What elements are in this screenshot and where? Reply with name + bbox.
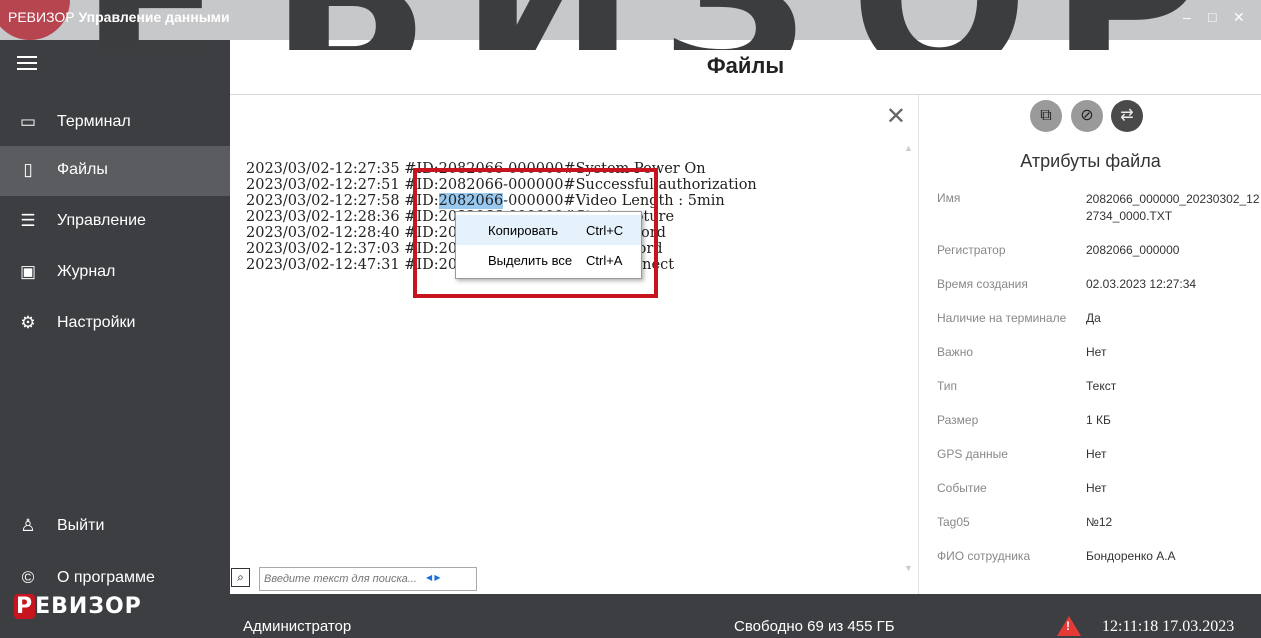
context-menu: Копировать Ctrl+C Выделить все Ctrl+A — [455, 211, 642, 279]
logo-text: ЕВИЗОР — [35, 594, 142, 619]
attr-key: Имя — [937, 191, 961, 205]
file-attributes-panel: ⧉ ⊘ ⇄ Атрибуты файла Имя 2082066_000000_2… — [918, 95, 1261, 594]
search-prev-icon[interactable]: ◀ — [426, 573, 432, 582]
current-user: Администратор — [243, 618, 352, 635]
close-file-button[interactable]: ✕ — [886, 105, 906, 129]
warning-icon[interactable]: ! — [1057, 616, 1081, 636]
attr-value: Нет — [1086, 481, 1107, 495]
maximize-button[interactable]: □ — [1208, 9, 1216, 25]
context-menu-copy[interactable]: Копировать Ctrl+C — [456, 215, 641, 245]
sidebar-item-terminal[interactable]: ▭ Терминал — [0, 98, 230, 148]
sliders-icon: ☰ — [20, 211, 36, 230]
search-next-icon[interactable]: ▶ — [434, 573, 440, 582]
menu-item-shortcut: Ctrl+A — [586, 253, 623, 268]
attr-key: Событие — [937, 481, 987, 495]
close-window-button[interactable]: ✕ — [1233, 9, 1245, 26]
attributes-title: Атрибуты файла — [1020, 151, 1161, 171]
app-brand: РЕВИЗОР — [8, 9, 75, 25]
clock: 12:11:18 17.03.2023 — [1102, 618, 1235, 635]
attr-key: Наличие на терминале — [937, 311, 1067, 325]
attr-key: Время создания — [937, 277, 1028, 291]
search-icon[interactable]: ⌕ — [231, 568, 250, 587]
sidebar-item-logout[interactable]: ♙ Выйти — [0, 502, 230, 552]
gear-icon: ⚙ — [20, 313, 36, 332]
sidebar-item-label: О программе — [57, 569, 155, 586]
sidebar-item-label: Настройки — [57, 314, 136, 331]
app-title: Управление данными — [78, 9, 230, 25]
menu-item-shortcut: Ctrl+C — [586, 223, 624, 238]
sidebar-item-journal[interactable]: ▣ Журнал — [0, 248, 230, 298]
attr-key: Размер — [937, 413, 979, 427]
sidebar-item-label: Файлы — [57, 161, 108, 178]
minimize-button[interactable]: – — [1183, 9, 1191, 25]
sidebar-item-label: Журнал — [57, 263, 116, 280]
erase-icon[interactable]: ⊘ — [1071, 100, 1103, 132]
attr-value: 2082066_000000_20230302_122734_0000.TXT — [1086, 192, 1260, 223]
attr-value: Бондоренко А.А — [1086, 549, 1176, 563]
attr-value: 1 КБ — [1086, 413, 1111, 427]
status-bar: РЕВИЗОР Администратор Свободно 69 из 455… — [0, 594, 1261, 638]
hamburger-menu-icon[interactable] — [17, 56, 37, 74]
journal-icon: ▣ — [19, 262, 37, 281]
attr-key: ФИО сотрудника — [937, 549, 1031, 563]
file-viewer: ✕ 2023/03/02-12:27:35 #ID:2082066-000000… — [230, 95, 918, 594]
attr-value: 2082066_000000 — [1086, 243, 1180, 257]
footer-logo: РЕВИЗОР — [14, 594, 142, 619]
user-icon: ♙ — [20, 516, 36, 535]
attr-value: Текст — [1086, 379, 1117, 393]
menu-item-label: Копировать — [488, 223, 558, 238]
sidebar-item-settings[interactable]: ⚙ Настройки — [0, 299, 230, 349]
page-title: Файлы — [706, 53, 785, 78]
sidebar-item-files[interactable]: ▯ Файлы — [0, 146, 230, 196]
search-nav-arrows[interactable]: ◀ ▶ — [426, 573, 441, 582]
attr-key: Важно — [937, 345, 974, 359]
sidebar-item-control[interactable]: ☰ Управление — [0, 197, 230, 247]
copyright-icon: © — [21, 568, 35, 587]
attr-value: Да — [1086, 311, 1101, 325]
search-input[interactable] — [259, 567, 477, 591]
files-icon: ▯ — [23, 160, 33, 179]
sidebar: ▭ Терминал ▯ Файлы ☰ Управление ▣ Журнал… — [0, 40, 230, 594]
attr-key: GPS данные — [937, 447, 1008, 461]
sidebar-item-label: Управление — [57, 212, 146, 229]
logo-mark: Р — [14, 594, 36, 619]
copy-icon[interactable]: ⧉ — [1030, 100, 1062, 132]
context-menu-select-all[interactable]: Выделить все Ctrl+A — [456, 245, 641, 275]
attr-value: Нет — [1086, 345, 1107, 359]
search-bar: ⌕ ◀ ▶ — [230, 565, 918, 594]
page-header: Файлы — [230, 40, 1261, 95]
convert-icon[interactable]: ⇄ — [1111, 100, 1143, 132]
attr-value: Нет — [1086, 447, 1107, 461]
attr-key: Tag05 — [937, 515, 970, 529]
attr-value: №12 — [1086, 515, 1113, 529]
sidebar-item-label: Терминал — [57, 113, 131, 130]
attr-key: Тип — [937, 379, 958, 393]
attr-value: 02.03.2023 12:27:34 — [1086, 277, 1197, 291]
terminal-icon: ▭ — [19, 112, 37, 131]
window-title: РЕВИЗОР Управление данными — [8, 9, 230, 25]
storage-free: Свободно 69 из 455 ГБ — [734, 618, 895, 635]
vertical-scrollbar[interactable]: ▲ ▼ — [902, 143, 914, 573]
sidebar-item-label: Выйти — [57, 517, 105, 534]
menu-item-label: Выделить все — [488, 253, 573, 268]
scroll-up-icon[interactable]: ▲ — [904, 143, 913, 153]
attr-key: Регистратор — [937, 243, 1006, 257]
